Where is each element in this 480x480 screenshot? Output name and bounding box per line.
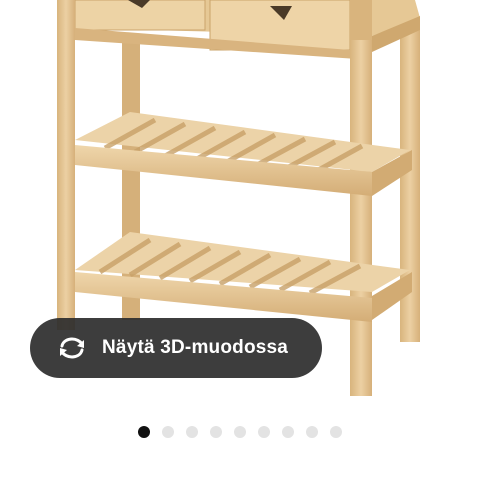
carousel-dot[interactable]: [306, 426, 318, 438]
carousel-dot[interactable]: [258, 426, 270, 438]
carousel-dot[interactable]: [210, 426, 222, 438]
view-3d-button[interactable]: Näytä 3D-muodossa: [30, 318, 322, 378]
view-3d-label: Näytä 3D-muodossa: [102, 337, 289, 358]
carousel-dot[interactable]: [186, 426, 198, 438]
carousel-pagination: [0, 425, 480, 439]
carousel-dot[interactable]: [234, 426, 246, 438]
carousel-dot[interactable]: [138, 426, 150, 438]
rotate-arrows-icon: [60, 337, 84, 359]
carousel-dot[interactable]: [162, 426, 174, 438]
front-right-leg: [350, 40, 372, 396]
carousel-dot[interactable]: [282, 426, 294, 438]
front-left-leg: [57, 0, 75, 330]
carousel-dot[interactable]: [330, 426, 342, 438]
